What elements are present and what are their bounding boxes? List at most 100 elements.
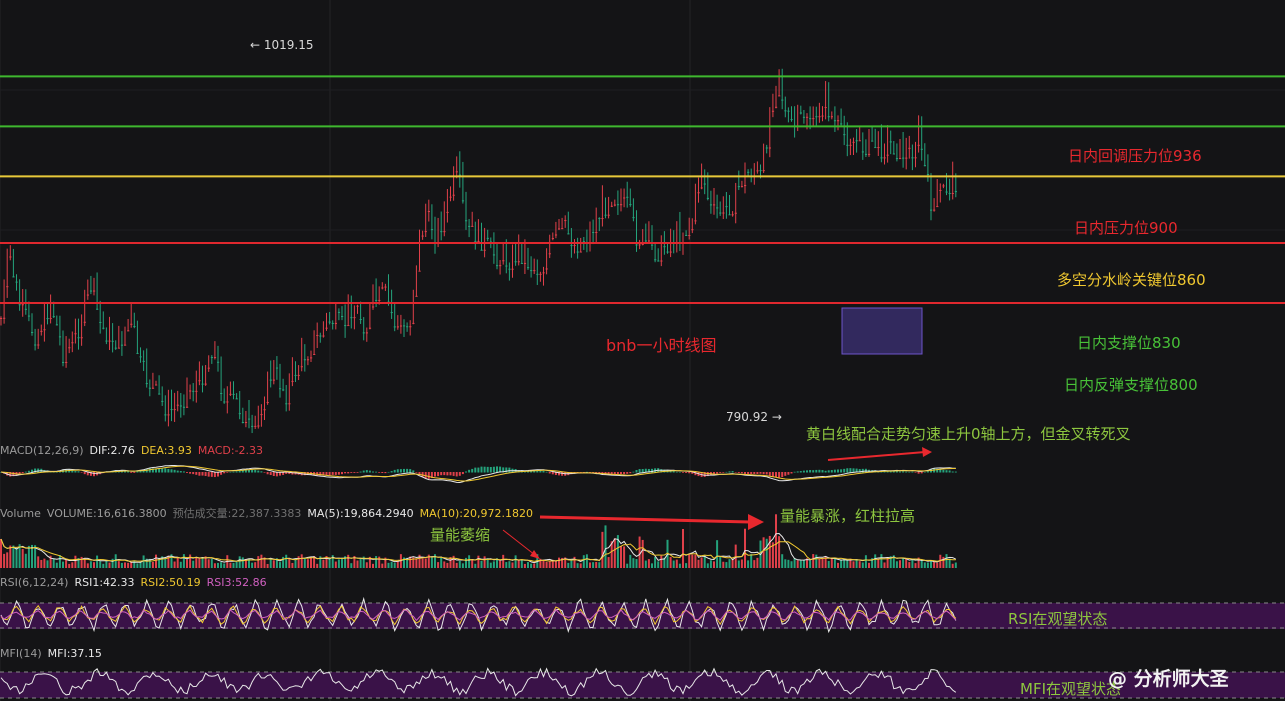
- low-price-value: 790.92: [726, 410, 768, 424]
- candle-body-38: [117, 347, 120, 349]
- candle-body-11: [34, 344, 37, 346]
- candle-body-127: [393, 326, 396, 328]
- candle-body-46: [142, 360, 145, 362]
- candle-body-89: [275, 367, 279, 369]
- shrink-arrow: [502, 529, 536, 556]
- candle-body-26: [80, 337, 83, 339]
- level-label-830: 日内支撑位830: [1077, 334, 1181, 352]
- candle-body-297: [920, 148, 923, 150]
- candle-body-22: [68, 347, 71, 349]
- candle-body-224: [694, 220, 697, 222]
- rsi-1: RSI1:42.33: [74, 576, 135, 589]
- candle-body-262: [812, 118, 815, 120]
- candle-body-69: [213, 357, 217, 359]
- candle-body-50: [155, 384, 158, 386]
- candle-body-308: [954, 191, 957, 193]
- candle-body-151: [468, 225, 471, 227]
- candle-body-198: [613, 204, 616, 206]
- candle-body-42: [130, 323, 133, 325]
- candle-body-132: [409, 326, 412, 328]
- volume-spike-annotation: 量能暴涨，红柱拉高: [780, 507, 916, 525]
- candle-body-79: [244, 422, 248, 424]
- candle-body-129: [399, 325, 403, 327]
- candle-body-135: [418, 270, 421, 272]
- candle-body-119: [368, 327, 372, 329]
- candle-body-3: [9, 256, 12, 258]
- candle-body-78: [241, 422, 244, 424]
- candle-body-269: [833, 120, 837, 122]
- candle-body-236: [731, 214, 734, 216]
- candle-body-131: [406, 326, 409, 328]
- candle-body-28: [86, 294, 89, 296]
- rsi-name: RSI(6,12,24): [0, 576, 69, 589]
- level-label-860: 多空分水岭关键位860: [1057, 271, 1206, 289]
- candle-body-49: [151, 387, 155, 389]
- candle-body-202: [626, 196, 629, 198]
- candle-body-0: [0, 318, 3, 319]
- candle-body-272: [843, 134, 846, 136]
- candle-body-183: [567, 233, 570, 235]
- candle-body-156: [483, 249, 486, 251]
- candle-body-128: [396, 326, 399, 328]
- candle-body-102: [316, 334, 319, 336]
- candle-body-184: [570, 245, 573, 247]
- candle-body-116: [359, 318, 362, 320]
- macd-annotation: 黄白线配合走势匀速上升0轴上方，但金叉转死叉: [806, 425, 1131, 443]
- candle-body-306: [948, 192, 951, 194]
- candle-body-144: [446, 211, 449, 213]
- candle-body-191: [592, 232, 595, 234]
- candle-body-95: [294, 374, 297, 376]
- candle-body-247: [765, 147, 768, 149]
- candle-body-15: [46, 318, 49, 320]
- candle-body-170: [527, 267, 530, 269]
- volume-est: 预估成交量:22,387.3383: [172, 507, 302, 520]
- candle-body-105: [325, 327, 328, 329]
- volume-shrink-annotation: 量能萎缩: [430, 526, 491, 544]
- candle-body-253: [784, 110, 787, 112]
- candle-body-279: [864, 153, 868, 155]
- candle-body-267: [827, 116, 830, 118]
- candle-body-10: [31, 332, 34, 334]
- candle-body-186: [576, 251, 579, 253]
- candle-body-75: [232, 393, 235, 395]
- macd-arrow-head: [922, 447, 932, 457]
- rsi-annotation: RSI在观望状态: [1008, 610, 1108, 628]
- candle-body-34: [105, 340, 108, 342]
- candle-body-206: [638, 244, 641, 246]
- chart-title-annotation: bnb一小时线图: [606, 336, 717, 355]
- candle-body-8: [24, 308, 27, 310]
- volume-value: VOLUME:16,616.3800: [46, 507, 167, 520]
- candle-body-196: [607, 214, 610, 216]
- candle-body-152: [471, 225, 474, 227]
- candle-body-291: [902, 157, 905, 159]
- low-price-label: 790.92 →: [726, 410, 782, 424]
- candle-body-294: [911, 157, 914, 159]
- candle-body-86: [266, 402, 269, 404]
- candle-body-85: [263, 409, 266, 411]
- candle-body-252: [781, 99, 784, 101]
- candle-body-66: [204, 383, 207, 385]
- candle-body-244: [756, 170, 759, 172]
- macd-macd: MACD:-2.33: [197, 444, 264, 457]
- candle-body-14: [43, 329, 46, 331]
- candle-body-182: [564, 220, 567, 222]
- candle-body-94: [291, 380, 294, 382]
- macd-header: MACD(12,26,9) DIF:2.76 DEA:3.93 MACD:-2.33: [0, 444, 269, 457]
- candle-body-239: [740, 186, 744, 188]
- candle-body-33: [102, 327, 105, 329]
- candle-body-84: [260, 414, 263, 416]
- candle-body-258: [799, 112, 802, 114]
- candle-body-223: [691, 229, 694, 231]
- candle-body-293: [908, 147, 911, 149]
- candle-body-93: [288, 403, 291, 405]
- candle-body-208: [644, 240, 647, 242]
- candle-body-134: [415, 295, 418, 297]
- candle-body-60: [186, 406, 189, 408]
- candle-body-250: [775, 106, 778, 108]
- candle-body-101: [313, 353, 316, 355]
- candle-body-2: [6, 286, 9, 288]
- candle-body-136: [421, 235, 424, 237]
- candle-body-124: [384, 286, 387, 288]
- rsi-2: RSI2:50.19: [140, 576, 201, 589]
- candle-body-229: [709, 204, 713, 206]
